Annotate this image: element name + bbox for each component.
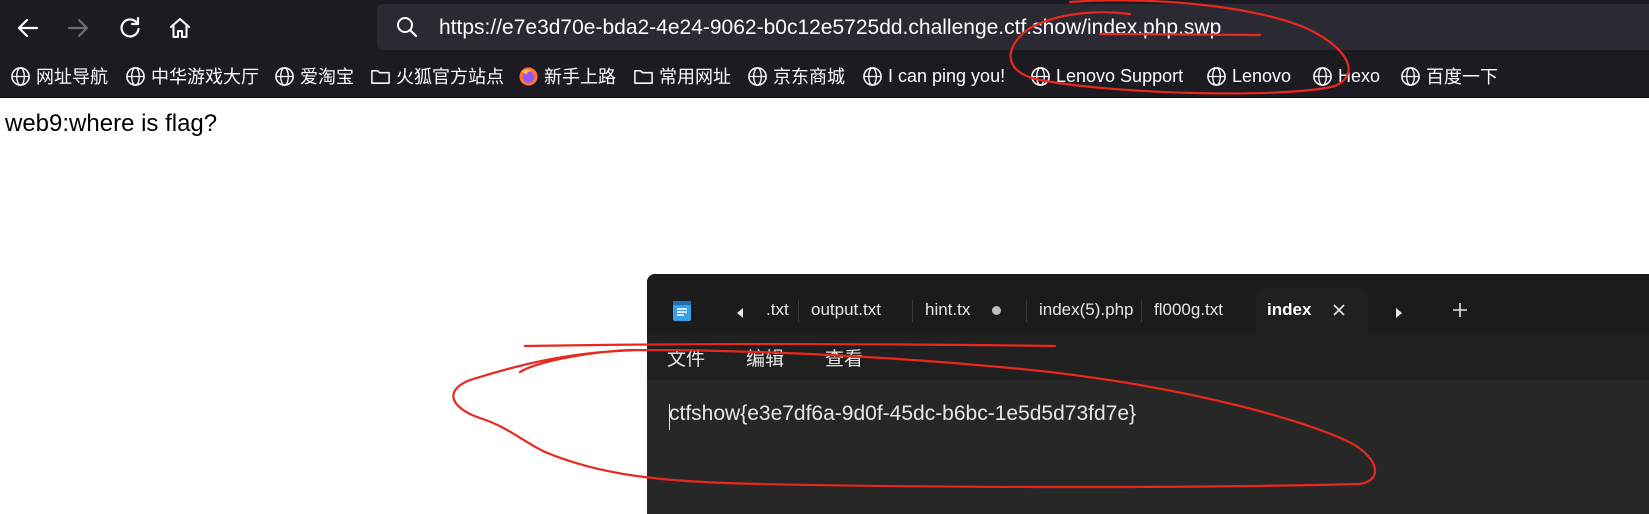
tab-divider [798,300,799,322]
globe-icon [747,66,768,87]
bookmark-label: 京东商城 [773,67,845,87]
tab-txt[interactable]: .txt [766,300,789,320]
globe-icon [1400,66,1421,87]
bookmark-label: 新手上路 [544,67,616,87]
forward-arrow-icon[interactable] [58,8,98,48]
tab-index-active[interactable]: index [1256,288,1368,334]
tab-divider [912,300,913,322]
bookmark-item[interactable]: 网址导航 [10,63,108,89]
close-tab-icon[interactable] [1332,302,1346,321]
bookmark-item[interactable]: Hexo [1312,63,1380,89]
bookmark-item[interactable]: 新手上路 [518,63,616,89]
home-icon[interactable] [160,8,200,48]
globe-icon [125,66,146,87]
bookmark-item[interactable]: 常用网址 [633,63,731,89]
bookmark-label: Lenovo Support [1056,65,1184,86]
globe-icon [274,66,295,87]
page-body-text: web9:where is flag? [5,110,218,137]
bookmark-label: 火狐官方站点 [396,67,504,87]
bookmark-item[interactable]: Lenovo Support [1030,63,1183,89]
tab-divider [1026,300,1027,322]
bookmark-label: 百度一下 [1426,67,1498,87]
bookmark-item[interactable]: 火狐官方站点 [370,63,504,89]
bookmark-label: I can ping you! [888,65,1006,86]
url-bar[interactable]: https://e7e3d70e-bda2-4e24-9062-b0c12e57… [377,4,1649,50]
bookmark-label: 常用网址 [659,67,731,87]
globe-icon [1030,66,1051,87]
bookmark-item[interactable]: I can ping you! [862,63,1005,89]
globe-icon [1312,66,1333,87]
search-icon [395,15,419,39]
folder-icon [633,66,654,87]
globe-icon [1206,66,1227,87]
bookmark-label: 中华游戏大厅 [151,67,259,87]
firefox-icon [518,66,539,87]
bookmark-item[interactable]: Lenovo [1206,63,1291,89]
notepad-tab-bar: .txt output.txt hint.tx index(5).php fl0… [647,274,1649,334]
bookmark-label: Hexo [1338,65,1381,86]
tab-output-txt[interactable]: output.txt [811,300,881,320]
bookmark-item[interactable]: 中华游戏大厅 [125,63,259,89]
tab-index5-php[interactable]: index(5).php [1039,300,1134,320]
menu-file[interactable]: 文件 [667,344,705,371]
browser-toolbar: https://e7e3d70e-bda2-4e24-9062-b0c12e57… [0,0,1649,55]
notepad-app-icon [671,298,693,326]
unsaved-dot-icon [992,306,1001,315]
reload-icon[interactable] [110,8,150,48]
new-tab-plus-icon[interactable] [1452,302,1468,322]
tab-scroll-right-icon[interactable] [1394,304,1404,323]
tab-fl000g-txt[interactable]: fl000g.txt [1154,300,1223,320]
menu-view[interactable]: 查看 [825,344,863,371]
folder-icon [370,66,391,87]
bookmarks-bar: 网址导航 中华游戏大厅 爱淘宝 火狐官方站点 新手上路 常用网址 京东商城 I … [0,55,1649,98]
globe-icon [10,66,31,87]
tab-hint-txt[interactable]: hint.tx [925,300,970,320]
back-arrow-icon[interactable] [8,8,48,48]
editor-content[interactable]: ctfshow{e3e7df6a-9d0f-45dc-b6bc-1e5d5d73… [669,402,1136,426]
url-text[interactable]: https://e7e3d70e-bda2-4e24-9062-b0c12e57… [439,16,1221,40]
bookmark-label: 爱淘宝 [300,67,354,87]
notepad-editor[interactable]: ctfshow{e3e7df6a-9d0f-45dc-b6bc-1e5d5d73… [647,380,1649,514]
bookmark-item[interactable]: 爱淘宝 [274,63,354,89]
bookmark-item[interactable]: 京东商城 [747,63,845,89]
tab-index-label: index [1267,300,1312,319]
tab-divider [1141,300,1142,322]
notepad-window: .txt output.txt hint.tx index(5).php fl0… [647,274,1649,514]
bookmark-label: Lenovo [1232,65,1292,86]
tab-scroll-left-icon[interactable] [735,304,745,323]
menu-edit[interactable]: 编辑 [746,344,784,371]
bookmark-label: 网址导航 [36,67,108,87]
globe-icon [862,66,883,87]
bookmark-item[interactable]: 百度一下 [1400,63,1498,89]
